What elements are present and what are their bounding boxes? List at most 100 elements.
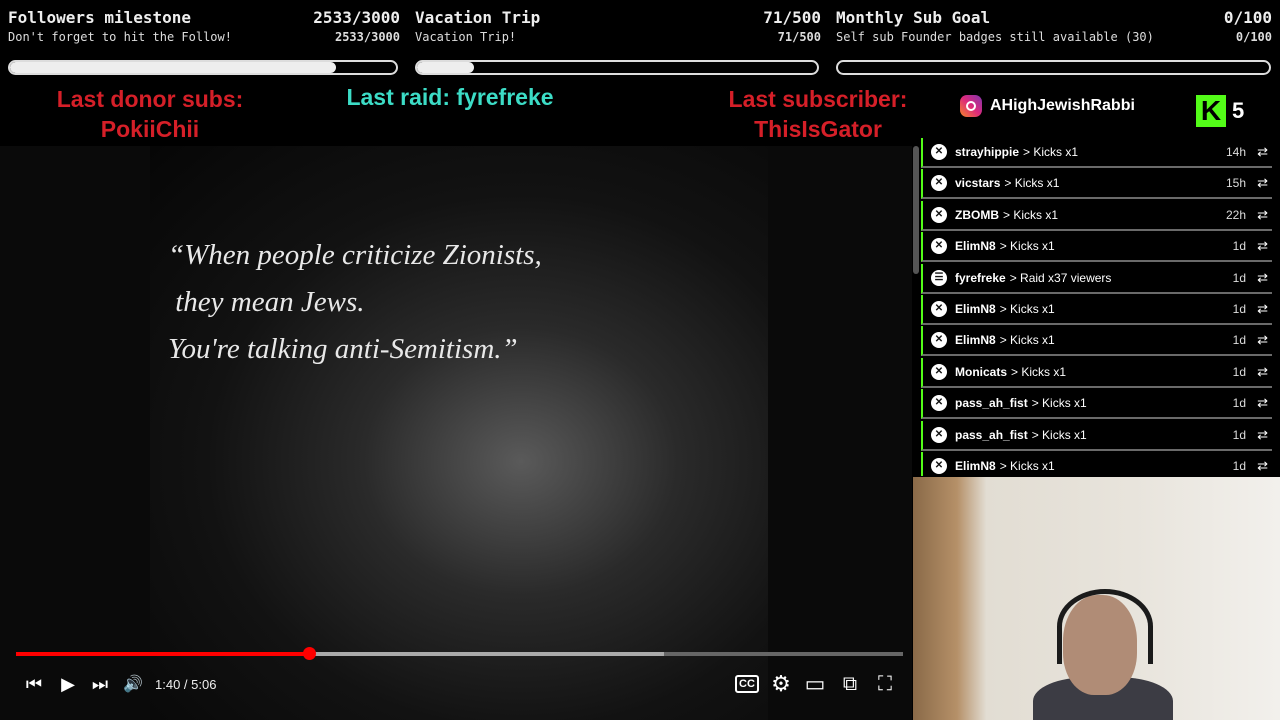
event-user: ZBOMB bbox=[955, 207, 999, 222]
volume-button[interactable]: 🔊 bbox=[120, 670, 146, 698]
event-row: ✕ ElimN8 > Kicks x1 1d ⇄ bbox=[921, 326, 1272, 357]
settings-button[interactable]: ⚙ bbox=[768, 670, 794, 698]
event-time: 1d bbox=[1232, 459, 1246, 473]
event-user: pass_ah_fist bbox=[955, 427, 1028, 442]
goal-progress-fill bbox=[10, 62, 336, 73]
last-subscriber-label: Last subscriber: ThisIsGator bbox=[700, 84, 936, 144]
volume-icon: 🔊 bbox=[123, 676, 143, 693]
event-row: ✕ vicstars > Kicks x1 15h ⇄ bbox=[921, 169, 1272, 200]
previous-icon: ⏮ bbox=[25, 673, 43, 694]
raid-icon: ☰ bbox=[931, 269, 947, 286]
kick-icon: ✕ bbox=[931, 395, 947, 412]
kick-icon: ✕ bbox=[931, 238, 947, 255]
replay-alert-icon[interactable]: ⇄ bbox=[1257, 301, 1268, 317]
replay-alert-icon[interactable]: ⇄ bbox=[1257, 458, 1268, 474]
event-action: > Kicks x1 bbox=[1023, 145, 1079, 159]
event-row: ✕ ZBOMB > Kicks x1 22h ⇄ bbox=[921, 200, 1272, 231]
event-row: ☰ fyrefreke > Raid x37 viewers 1d ⇄ bbox=[921, 263, 1272, 294]
fullscreen-icon: ⛶ bbox=[878, 672, 892, 695]
previous-button[interactable]: ⏮ bbox=[22, 670, 46, 698]
captions-button[interactable]: CC bbox=[734, 670, 760, 698]
event-user: ElimN8 bbox=[955, 333, 996, 348]
sub-goal-widget: Monthly Sub Goal 0/100 Self sub Founder … bbox=[828, 0, 1272, 80]
event-user: vicstars bbox=[955, 176, 1001, 191]
event-time: 1d bbox=[1232, 333, 1246, 348]
goal-title: Followers milestone bbox=[8, 8, 192, 27]
recent-events-list: ✕ strayhippie > Kicks x1 14h ⇄ ✕ vicstars > Kic… bbox=[921, 136, 1272, 476]
replay-alert-icon[interactable]: ⇄ bbox=[1257, 238, 1268, 254]
event-user: Monicats bbox=[955, 364, 1008, 379]
replay-alert-icon[interactable]: ⇄ bbox=[1257, 332, 1268, 348]
video-played-bar bbox=[16, 652, 309, 656]
kick-count: 5 bbox=[1232, 98, 1245, 123]
event-action: > Kicks x1 bbox=[999, 459, 1055, 473]
replay-alert-icon[interactable]: ⇄ bbox=[1257, 395, 1268, 411]
kick-icon: ✕ bbox=[931, 301, 947, 317]
event-time: 1d bbox=[1232, 364, 1246, 379]
event-time: 1d bbox=[1232, 239, 1246, 254]
event-row: ✕ ElimN8 > Kicks x1 1d ⇄ bbox=[921, 452, 1272, 476]
instagram-icon bbox=[960, 95, 982, 117]
event-action: > Kicks x1 bbox=[1031, 396, 1087, 411]
event-user: ElimN8 bbox=[955, 239, 996, 254]
replay-alert-icon[interactable]: ⇄ bbox=[1257, 364, 1268, 380]
event-action: > Kicks x1 bbox=[999, 239, 1055, 254]
video-quote-text: “When people criticize Zionists, they me… bbox=[168, 232, 542, 373]
scrollbar[interactable] bbox=[913, 146, 919, 274]
replay-alert-icon[interactable]: ⇄ bbox=[1257, 207, 1268, 223]
kick-icon: ✕ bbox=[931, 363, 947, 380]
event-row: ✕ strayhippie > Kicks x1 14h ⇄ bbox=[921, 138, 1272, 168]
kick-icon: ✕ bbox=[931, 144, 947, 160]
event-row: ✕ ElimN8 > Kicks x1 1d ⇄ bbox=[921, 295, 1272, 325]
event-user: ElimN8 bbox=[955, 302, 996, 316]
goal-count: 2533/3000 bbox=[313, 8, 400, 27]
kick-icon: ✕ bbox=[931, 206, 947, 223]
instagram-handle: AHighJewishRabbi bbox=[960, 94, 1135, 118]
goal-title: Monthly Sub Goal bbox=[836, 8, 991, 27]
event-user: strayhippie bbox=[955, 145, 1020, 159]
event-action: > Kicks x1 bbox=[999, 333, 1055, 348]
followers-goal-widget: Followers milestone 2533/3000 Don't forg… bbox=[0, 0, 400, 80]
event-action: > Kicks x1 bbox=[1031, 427, 1087, 442]
event-time: 22h bbox=[1225, 207, 1246, 222]
next-button[interactable]: ⏭ bbox=[88, 670, 112, 698]
video-scrubber-handle[interactable] bbox=[302, 647, 316, 660]
instagram-handle-text: AHighJewishRabbi bbox=[990, 97, 1135, 114]
goal-progress-bar bbox=[836, 60, 1271, 75]
event-time: 14h bbox=[1225, 145, 1246, 159]
goal-subtitle: Self sub Founder badges still available … bbox=[836, 30, 1154, 44]
last-donor-heading: Last donor subs: bbox=[56, 86, 244, 112]
play-icon: ▶ bbox=[61, 673, 75, 694]
replay-alert-icon[interactable]: ⇄ bbox=[1257, 427, 1268, 443]
last-donor-label: Last donor subs: PokiiChii bbox=[30, 84, 270, 144]
event-row: ✕ pass_ah_fist > Kicks x1 1d ⇄ bbox=[921, 389, 1272, 420]
cast-button[interactable]: ⧉ bbox=[836, 670, 864, 698]
event-time: 1d bbox=[1232, 302, 1246, 316]
replay-alert-icon[interactable]: ⇄ bbox=[1257, 175, 1268, 191]
kick-counter: K 5 bbox=[1196, 95, 1244, 127]
quote-line: “When people criticize Zionists, bbox=[168, 239, 542, 271]
fullscreen-button[interactable]: ⛶ bbox=[871, 670, 899, 698]
video-player[interactable]: “When people criticize Zionists, they me… bbox=[0, 146, 912, 720]
last-raid-label: Last raid: fyrefreke bbox=[346, 84, 554, 110]
goal-sub-count: 71/500 bbox=[777, 30, 821, 44]
last-donor-name: PokiiChii bbox=[100, 116, 200, 142]
kick-icon: ✕ bbox=[931, 332, 947, 349]
goal-progress-bar bbox=[415, 60, 819, 75]
captions-icon: CC bbox=[735, 675, 759, 693]
event-action: > Kicks x1 bbox=[1004, 176, 1060, 191]
goal-sub-count: 2533/3000 bbox=[334, 30, 400, 44]
event-time: 1d bbox=[1232, 427, 1246, 442]
video-progress-bar[interactable] bbox=[16, 647, 903, 660]
replay-alert-icon[interactable]: ⇄ bbox=[1257, 270, 1268, 286]
replay-alert-icon[interactable]: ⇄ bbox=[1257, 144, 1268, 160]
event-row: ✕ ElimN8 > Kicks x1 1d ⇄ bbox=[921, 232, 1272, 263]
miniplayer-icon: ▭ bbox=[804, 671, 826, 696]
video-timecode: 1:40 / 5:06 bbox=[155, 677, 217, 692]
quote-line: You're talking anti-Semitism.” bbox=[168, 333, 518, 365]
miniplayer-button[interactable]: ▭ bbox=[802, 670, 828, 698]
event-time: 1d bbox=[1232, 270, 1246, 285]
cast-icon: ⧉ bbox=[842, 672, 858, 695]
play-button[interactable]: ▶ bbox=[56, 670, 80, 698]
event-action: > Kicks x1 bbox=[1003, 207, 1059, 222]
